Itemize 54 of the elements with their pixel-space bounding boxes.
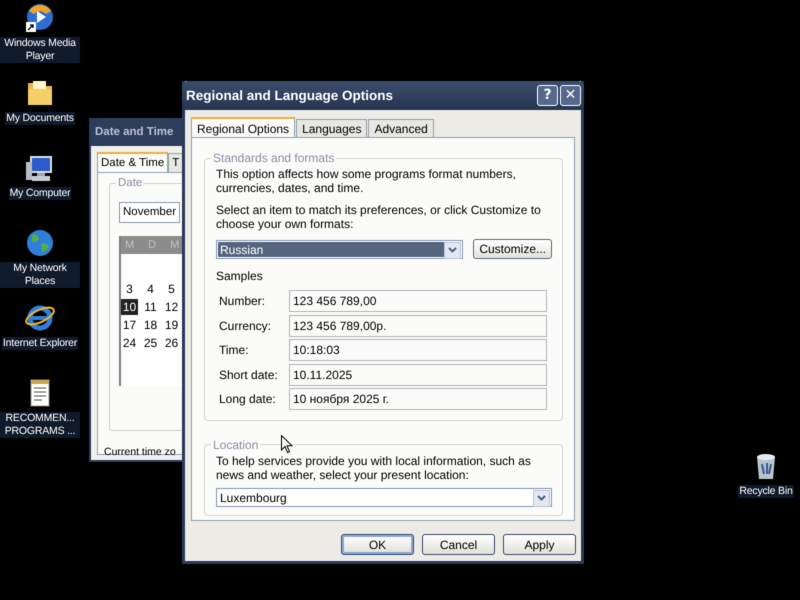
group-title: Location xyxy=(212,438,260,452)
mouse-pointer-icon xyxy=(281,435,293,454)
window-title: Regional and Language Options xyxy=(186,88,394,103)
calendar-day[interactable]: 11 xyxy=(142,299,159,315)
description-text: To help services provide you with local information, such as news and weather, select your present location: xyxy=(216,454,532,482)
sample-field: 123 456 789,00р. xyxy=(289,314,547,337)
window-title: Date and Time xyxy=(95,126,174,138)
calendar-day[interactable]: 5 xyxy=(163,281,180,297)
sample-label: Short date: xyxy=(218,368,279,382)
help-button[interactable]: ? xyxy=(537,85,558,106)
calendar-day[interactable]: 24 xyxy=(121,335,138,351)
icon-label[interactable]: Internet Explorer xyxy=(2,337,78,350)
instruction-text: Select an item to match its preferences, or click Customize to choose your own formats: xyxy=(216,203,542,231)
sample-field: 10 ноября 2025 г. xyxy=(289,388,547,410)
tab[interactable]: T xyxy=(168,153,182,172)
description-text: This option affects how some programs format numbers, currencies, dates, and time. xyxy=(216,167,517,195)
calendar-day[interactable]: 12 xyxy=(163,299,180,315)
group-title: Date xyxy=(116,177,144,189)
close-button[interactable]: ✕ xyxy=(560,85,581,106)
customize-button[interactable]: Customize... xyxy=(473,239,552,259)
calendar-day[interactable]: 25 xyxy=(142,335,159,351)
month-dropdown[interactable]: November xyxy=(119,202,180,223)
time-zone-text: Current time zo xyxy=(104,446,177,458)
dialog-button[interactable]: Cancel xyxy=(422,534,495,555)
sample-field: 123 456 789,00 xyxy=(289,290,547,312)
samples-label: Samples xyxy=(216,269,264,283)
calendar-day[interactable]: 26 xyxy=(163,335,180,351)
calendar-day[interactable]: 10 xyxy=(121,299,138,315)
icon-label[interactable]: Recycle Bin xyxy=(738,485,794,498)
calendar-day[interactable]: 4 xyxy=(142,281,159,297)
sample-label: Long date: xyxy=(218,392,277,406)
calendar-day[interactable]: 3 xyxy=(121,281,138,297)
icon-label[interactable]: My Network Places xyxy=(0,262,80,288)
group-title: Standards and formats xyxy=(212,151,336,165)
icon-label[interactable]: My Documents xyxy=(5,112,75,125)
tab[interactable]: Date & Time xyxy=(97,152,168,172)
calendar-day[interactable]: 17 xyxy=(121,317,138,333)
tab[interactable]: Advanced xyxy=(368,119,434,137)
calendar-day[interactable]: 19 xyxy=(163,317,180,333)
icon-label[interactable]: RECOMMEN... PROGRAMS ... xyxy=(0,412,80,438)
media-player-icon[interactable] xyxy=(24,2,56,34)
sample-field: 10:18:03 xyxy=(289,339,547,362)
sample-label: Time: xyxy=(218,343,250,358)
icon-label[interactable]: My Computer xyxy=(8,187,72,200)
globe-icon[interactable] xyxy=(24,227,56,259)
calendar-day[interactable]: 18 xyxy=(142,317,159,333)
sample-label: Currency: xyxy=(218,318,272,333)
sample-field: 10.11.2025 xyxy=(289,364,547,386)
tab[interactable]: Languages xyxy=(296,119,368,137)
icon-label[interactable]: Windows Media Player xyxy=(0,37,80,63)
dialog-button[interactable]: OK xyxy=(341,534,414,555)
dialog-button[interactable]: Apply xyxy=(503,534,576,555)
tab[interactable]: Regional Options xyxy=(191,117,296,138)
sample-label: Number: xyxy=(218,294,266,308)
